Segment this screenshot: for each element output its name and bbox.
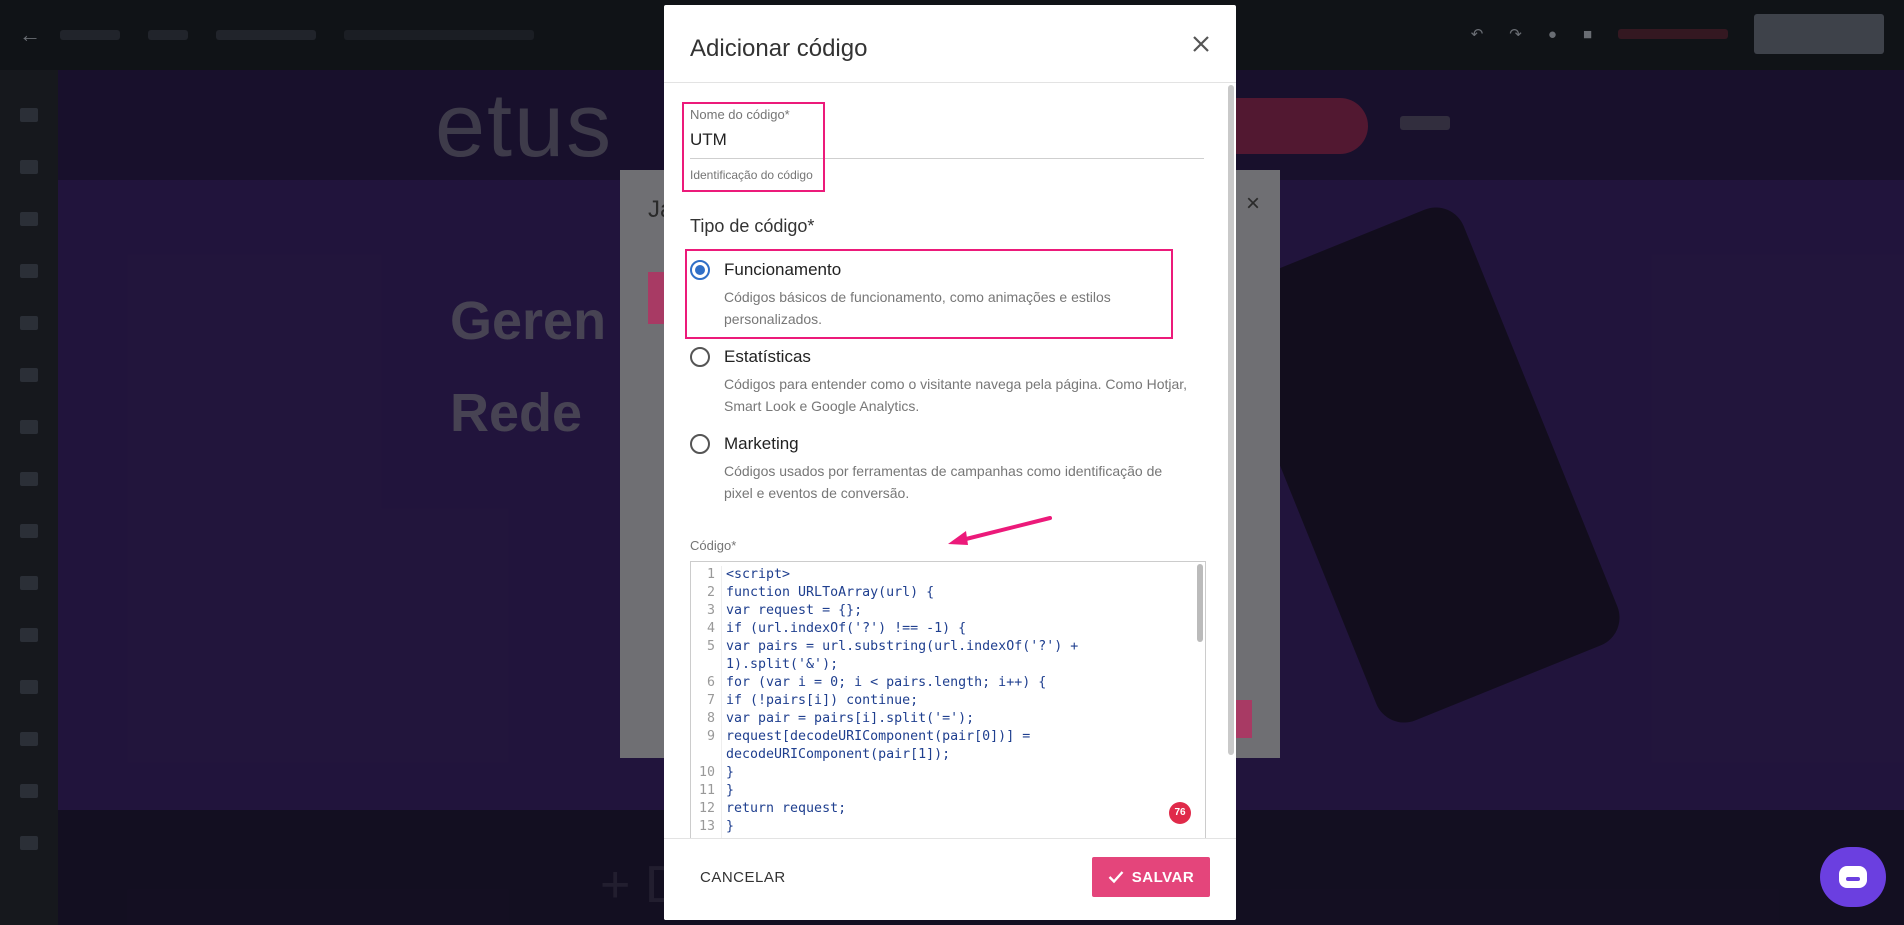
lint-badge[interactable]: 76 [1169, 802, 1191, 824]
dialog-scrollbar[interactable] [1228, 85, 1234, 755]
line-number: 8 [706, 711, 715, 726]
code-line[interactable]: 5 var pairs = url.substring(url.indexOf('… [691, 638, 1205, 674]
line-number: 5 [706, 639, 715, 654]
highlight-box [682, 102, 825, 192]
radio-title: Estatísticas [724, 347, 811, 366]
line-number: 3 [706, 603, 715, 618]
dialog-header: Adicionar código [664, 5, 1236, 83]
line-number: 1 [706, 567, 715, 582]
code-editor-scrollbar[interactable] [1197, 564, 1203, 642]
line-text[interactable]: var pairs = url.substring(url.indexOf('?… [721, 638, 1191, 674]
code-line[interactable]: 13} [691, 818, 1205, 836]
save-button[interactable]: SALVAR [1092, 857, 1210, 897]
radio-button[interactable] [690, 347, 710, 367]
line-number: 2 [706, 585, 715, 600]
code-line[interactable]: 7 if (!pairs[i]) continue; [691, 692, 1205, 710]
check-icon [1108, 871, 1124, 884]
line-number: 13 [698, 819, 715, 834]
line-text[interactable]: if (url.indexOf('?') !== -1) { [721, 620, 1191, 638]
code-line[interactable]: 1 <script> [691, 566, 1205, 584]
radio-title: Marketing [724, 434, 799, 453]
code-lines[interactable]: 1 <script> 2 function URLToArray(url) { 3 var… [691, 562, 1205, 839]
code-line[interactable]: 11} [691, 782, 1205, 800]
code-type-label: Tipo de código* [690, 216, 815, 236]
arrow-annotation-icon [948, 516, 1052, 545]
line-text[interactable]: } [721, 818, 1191, 836]
line-text[interactable]: request[decodeURIComponent(pair[0])] = d… [721, 728, 1191, 764]
line-number: 10 [698, 765, 715, 780]
code-line[interactable]: 12 return request; [691, 800, 1205, 818]
radio-description: Códigos usados por ferramentas de campan… [724, 463, 1163, 501]
highlight-box [685, 249, 1173, 339]
save-button-label: SALVAR [1131, 868, 1195, 886]
code-line[interactable]: 9 request[decodeURIComponent(pair[0])] = … [691, 728, 1205, 764]
close-icon: × [1245, 190, 1260, 217]
chat-icon [1839, 866, 1867, 888]
chat-button[interactable] [1820, 847, 1886, 907]
line-text[interactable]: } [721, 764, 1191, 782]
code-line[interactable]: 3 var request = {}; [691, 602, 1205, 620]
code-line[interactable]: 8 var pair = pairs[i].split('='); [691, 710, 1205, 728]
code-editor[interactable]: 1 <script> 2 function URLToArray(url) { 3 var… [690, 561, 1206, 839]
line-text[interactable]: <script> [721, 566, 1191, 584]
line-number: 9 [706, 729, 715, 744]
line-number: 4 [706, 621, 715, 636]
line-text[interactable]: var request = {}; [721, 602, 1191, 620]
radio-description: Códigos para entender como o visitante n… [724, 376, 1188, 414]
line-number: 6 [706, 675, 715, 690]
close-icon[interactable] [1192, 31, 1210, 57]
line-number: 11 [698, 783, 715, 798]
add-code-dialog: Adicionar código Nome do código* UTM Ide… [664, 5, 1236, 920]
line-number: 12 [698, 801, 715, 816]
line-text[interactable]: for (var i = 0; i < pairs.length; i++) { [721, 674, 1191, 692]
line-text[interactable]: if (!pairs[i]) continue; [721, 692, 1191, 710]
code-line[interactable]: 4 if (url.indexOf('?') !== -1) { [691, 620, 1205, 638]
code-label: Código* [690, 538, 737, 553]
line-text[interactable]: var pair = pairs[i].split('='); [721, 710, 1191, 728]
line-text[interactable]: return request; [721, 800, 1191, 818]
dialog-footer: CANCELAR SALVAR [664, 838, 1236, 920]
dialog-title: Adicionar código [690, 35, 868, 62]
line-text[interactable]: function URLToArray(url) { [721, 584, 1191, 602]
line-number: 7 [706, 693, 715, 708]
code-line[interactable]: 2 function URLToArray(url) { [691, 584, 1205, 602]
cancel-button[interactable]: CANCELAR [700, 869, 786, 886]
code-line[interactable]: 10} [691, 764, 1205, 782]
dialog-body: Nome do código* UTM Identificação do cód… [664, 83, 1236, 839]
line-text[interactable]: } [721, 782, 1191, 800]
code-line[interactable]: 6 for (var i = 0; i < pairs.length; i++) … [691, 674, 1205, 692]
radio-button[interactable] [690, 434, 710, 454]
